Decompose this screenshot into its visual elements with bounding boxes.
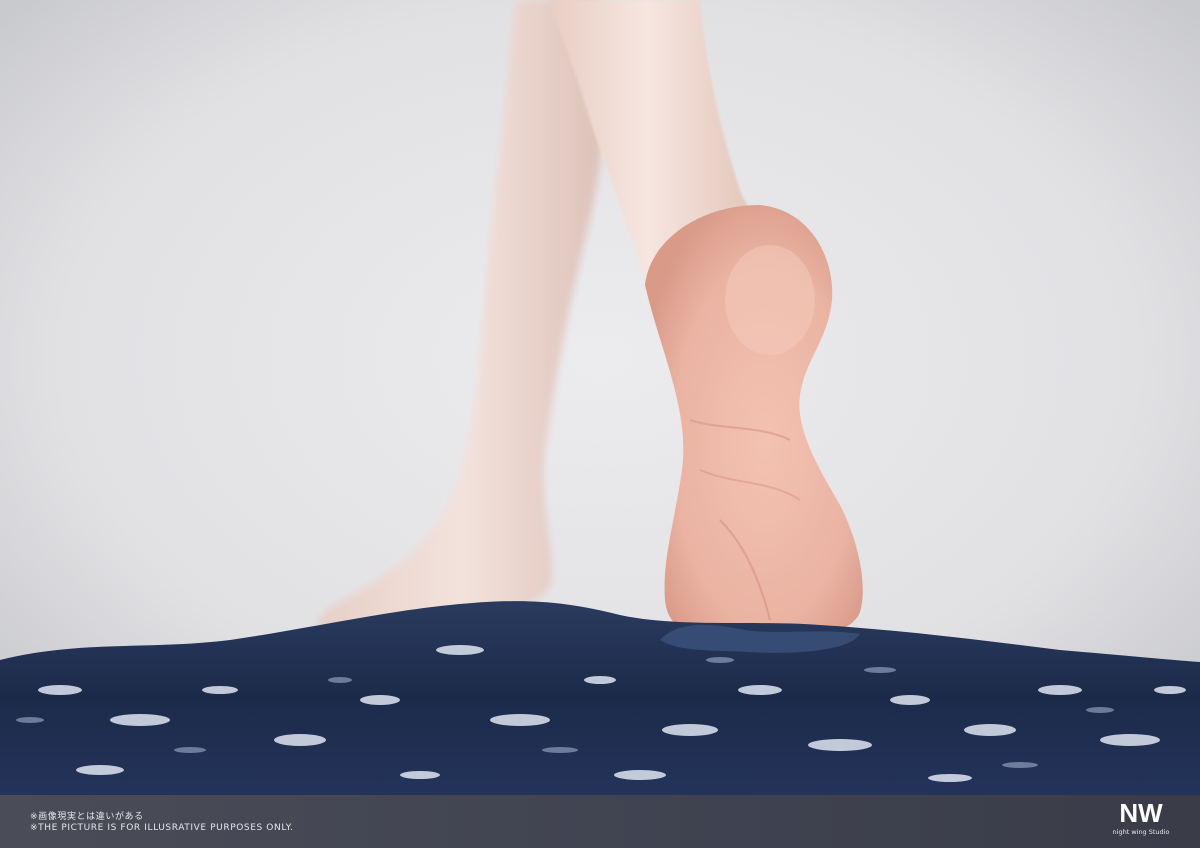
figure-photo <box>0 0 1200 795</box>
brand-logo: NW night wing Studio <box>1106 798 1176 844</box>
figure-illustration <box>0 0 1200 795</box>
logo-mark: NW <box>1119 798 1163 828</box>
product-image-frame: ※画像現実とは違いがある ※THE PICTURE IS FOR ILLUSRA… <box>0 0 1200 848</box>
disclaimer-japanese: ※画像現実とは違いがある <box>30 812 144 822</box>
disclaimer-text: ※画像現実とは違いがある ※THE PICTURE IS FOR ILLUSRA… <box>30 812 293 834</box>
logo-studio-name: night wing Studio <box>1112 828 1170 836</box>
disclaimer-english: ※THE PICTURE IS FOR ILLUSRATIVE PURPOSES… <box>30 823 294 833</box>
